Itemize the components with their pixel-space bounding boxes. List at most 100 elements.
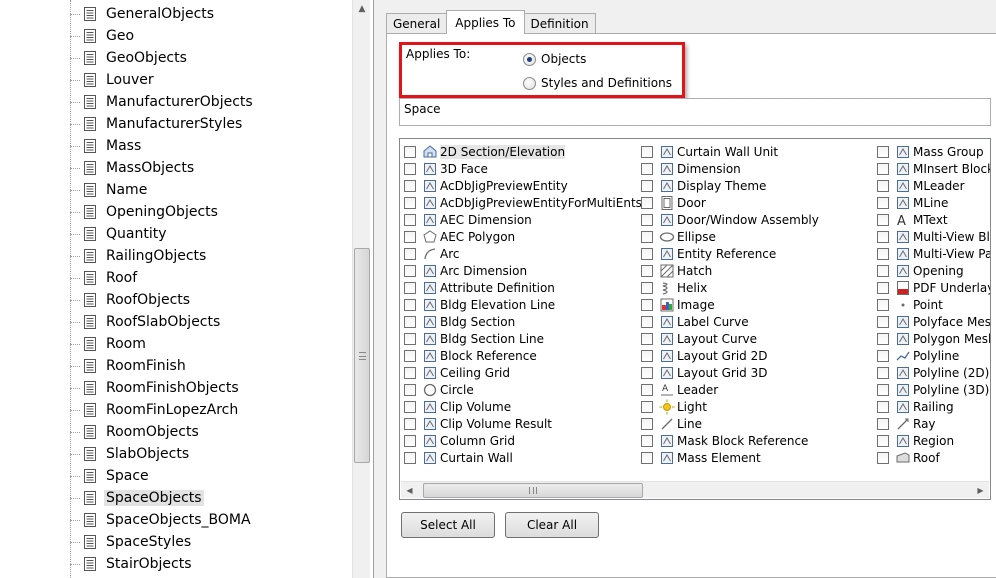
- object-type-item[interactable]: Door: [639, 194, 819, 211]
- tree-item[interactable]: GeoObjects: [70, 47, 340, 69]
- tree-item[interactable]: RoofObjects: [70, 289, 340, 311]
- checkbox[interactable]: [641, 349, 653, 362]
- object-type-item[interactable]: AcDbJigPreviewEntityForMultiEnts: [402, 194, 642, 211]
- object-type-item[interactable]: Curtain Wall: [402, 449, 642, 466]
- object-type-item[interactable]: Region: [875, 432, 990, 449]
- object-type-item[interactable]: Arc: [402, 245, 642, 262]
- checkbox[interactable]: [641, 230, 653, 243]
- checkbox[interactable]: [877, 400, 889, 413]
- tree-item[interactable]: SpaceStyles: [70, 531, 340, 553]
- property-set-tree[interactable]: GeneralObjects Geo GeoObjects Louver Manufac…: [0, 0, 374, 578]
- object-type-item[interactable]: Roof: [875, 449, 990, 466]
- tree-vertical-scrollbar[interactable]: ▲: [352, 0, 370, 578]
- checkbox[interactable]: [404, 264, 416, 277]
- checkbox[interactable]: [641, 315, 653, 328]
- select-all-button[interactable]: Select All: [401, 512, 495, 538]
- checkbox[interactable]: [641, 145, 653, 158]
- checkbox[interactable]: [641, 213, 653, 226]
- tree-item[interactable]: ManufacturerObjects: [70, 91, 340, 113]
- checkbox[interactable]: [877, 179, 889, 192]
- object-type-item[interactable]: Ceiling Grid: [402, 364, 642, 381]
- checkbox[interactable]: [877, 349, 889, 362]
- object-type-item[interactable]: Ellipse: [639, 228, 819, 245]
- object-type-item[interactable]: Multi-View Blo: [875, 228, 990, 245]
- object-type-item[interactable]: Polyface Mesh: [875, 313, 990, 330]
- object-type-item[interactable]: AEC Polygon: [402, 228, 642, 245]
- checkbox[interactable]: [404, 145, 416, 158]
- checkbox[interactable]: [877, 196, 889, 209]
- checkbox[interactable]: [877, 145, 889, 158]
- checkbox[interactable]: [641, 179, 653, 192]
- clear-all-button[interactable]: Clear All: [505, 512, 599, 538]
- object-type-item[interactable]: Railing: [875, 398, 990, 415]
- tree-item[interactable]: Name: [70, 179, 340, 201]
- object-type-item[interactable]: Mask Block Reference: [639, 432, 819, 449]
- tree-item[interactable]: RoomFinish: [70, 355, 340, 377]
- checkbox[interactable]: [641, 451, 653, 464]
- object-type-item[interactable]: Image: [639, 296, 819, 313]
- object-type-item[interactable]: MLine: [875, 194, 990, 211]
- checkbox[interactable]: [877, 366, 889, 379]
- object-type-item[interactable]: Entity Reference: [639, 245, 819, 262]
- object-type-item[interactable]: Bldg Elevation Line: [402, 296, 642, 313]
- object-type-item[interactable]: Mass Group: [875, 143, 990, 160]
- radio-checked-icon[interactable]: [523, 52, 536, 66]
- tree-item[interactable]: Geo: [70, 25, 340, 47]
- object-type-item[interactable]: MInsert Block: [875, 160, 990, 177]
- checkbox[interactable]: [404, 196, 416, 209]
- object-type-item[interactable]: Attribute Definition: [402, 279, 642, 296]
- object-type-item[interactable]: Line: [639, 415, 819, 432]
- checkbox[interactable]: [404, 247, 416, 260]
- checkbox[interactable]: [641, 281, 653, 294]
- tree-item[interactable]: MassObjects: [70, 157, 340, 179]
- list-horizontal-scrollbar[interactable]: ◀ ▶: [401, 481, 989, 498]
- checkbox[interactable]: [404, 315, 416, 328]
- radio-objects[interactable]: Objects: [523, 52, 586, 66]
- list-scroll-thumb[interactable]: [423, 483, 643, 498]
- object-type-item[interactable]: Layout Grid 2D: [639, 347, 819, 364]
- checkbox[interactable]: [404, 298, 416, 311]
- object-type-item[interactable]: A Leader: [639, 381, 819, 398]
- object-type-item[interactable]: Mass Element: [639, 449, 819, 466]
- checkbox[interactable]: [641, 400, 653, 413]
- tree-item[interactable]: Room: [70, 333, 340, 355]
- checkbox[interactable]: [641, 247, 653, 260]
- object-type-item[interactable]: A MText: [875, 211, 990, 228]
- checkbox[interactable]: [404, 383, 416, 396]
- object-type-item[interactable]: Helix: [639, 279, 819, 296]
- checkbox[interactable]: [877, 315, 889, 328]
- object-type-item[interactable]: Bldg Section: [402, 313, 642, 330]
- checkbox[interactable]: [404, 332, 416, 345]
- checkbox[interactable]: [877, 451, 889, 464]
- checkbox[interactable]: [877, 281, 889, 294]
- checkbox[interactable]: [877, 417, 889, 430]
- tree-item[interactable]: Roof: [70, 267, 340, 289]
- object-type-item[interactable]: Door/Window Assembly: [639, 211, 819, 228]
- checkbox[interactable]: [404, 162, 416, 175]
- object-type-item[interactable]: Label Curve: [639, 313, 819, 330]
- tree-item[interactable]: StairObjects: [70, 553, 340, 575]
- tree-item[interactable]: Space: [70, 465, 340, 487]
- tree-item[interactable]: RoomFinishObjects: [70, 377, 340, 399]
- checkbox[interactable]: [641, 196, 653, 209]
- checkbox[interactable]: [404, 366, 416, 379]
- object-type-item[interactable]: PDF Underlay: [875, 279, 990, 296]
- checkbox[interactable]: [404, 281, 416, 294]
- object-type-item[interactable]: Clip Volume: [402, 398, 642, 415]
- object-type-item[interactable]: Multi-View Pa: [875, 245, 990, 262]
- checkbox[interactable]: [641, 332, 653, 345]
- object-type-item[interactable]: Layout Grid 3D: [639, 364, 819, 381]
- object-type-item[interactable]: Ray: [875, 415, 990, 432]
- object-type-item[interactable]: Opening: [875, 262, 990, 279]
- checkbox[interactable]: [877, 332, 889, 345]
- tree-scroll-thumb[interactable]: [354, 248, 370, 463]
- object-type-item[interactable]: Circle: [402, 381, 642, 398]
- object-type-item[interactable]: Light: [639, 398, 819, 415]
- scroll-right-arrow-icon[interactable]: ▶: [972, 482, 989, 499]
- tree-item[interactable]: RoofSlabObjects: [70, 311, 340, 333]
- checkbox[interactable]: [877, 213, 889, 226]
- checkbox[interactable]: [877, 383, 889, 396]
- tab-general[interactable]: General: [386, 13, 448, 34]
- object-type-item[interactable]: Polyline (3D): [875, 381, 990, 398]
- tree-item[interactable]: RailingObjects: [70, 245, 340, 267]
